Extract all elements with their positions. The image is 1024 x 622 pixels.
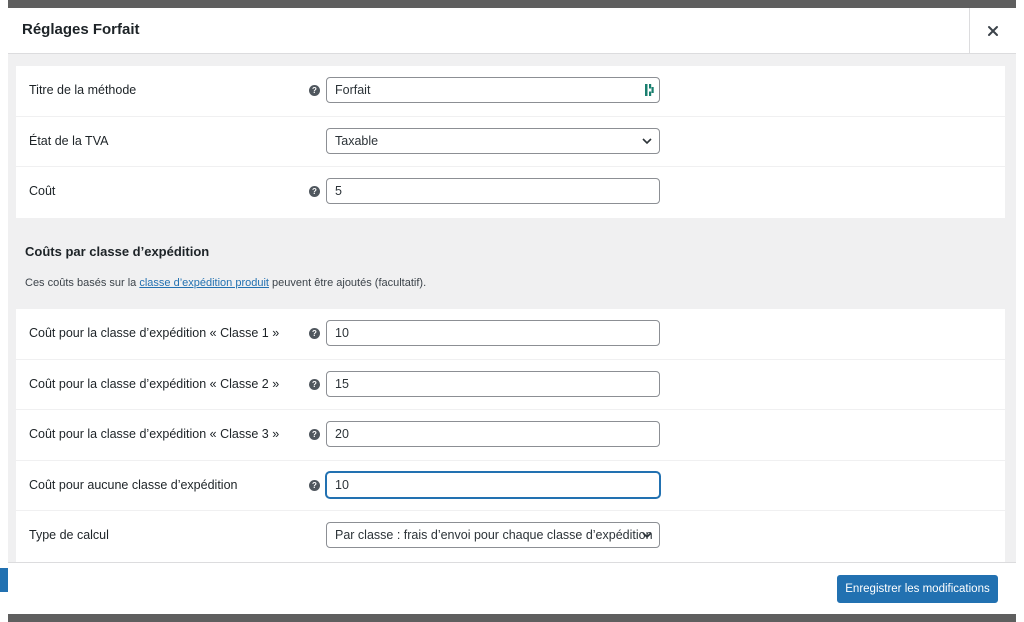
tax-status-value: Taxable — [335, 133, 379, 148]
method-settings-panel: Titre de la méthode ? Forfait État de la… — [16, 66, 1005, 218]
setting-row-calculation-type: Type de calcul Par classe : frais d’envo… — [16, 511, 1005, 562]
setting-row-class-3: Coût pour la classe d’expédition « Class… — [16, 410, 1005, 461]
chevron-down-icon — [642, 138, 652, 144]
help-icon[interactable]: ? — [309, 479, 320, 491]
class-2-cost-value: 15 — [335, 376, 349, 391]
calculation-type-select[interactable]: Par classe : frais d’envoi pour chaque c… — [326, 522, 660, 549]
help-icon[interactable]: ? — [309, 328, 320, 339]
method-title-value: Forfait — [335, 83, 371, 97]
shipping-class-link[interactable]: classe d’expédition produit — [139, 277, 269, 289]
class-1-cost-value: 10 — [335, 326, 349, 340]
calculation-type-label: Type de calcul — [29, 528, 109, 543]
password-manager-icon[interactable] — [645, 83, 655, 97]
shipping-class-section-description: Ces coûts basés sur la classe d’expéditi… — [25, 277, 426, 289]
setting-row-class-2: Coût pour la classe d’expédition « Class… — [16, 360, 1005, 411]
class-3-cost-label: Coût pour la classe d’expédition « Class… — [29, 427, 280, 442]
save-changes-button[interactable]: Enregistrer les modifications — [837, 575, 998, 603]
cost-value: 5 — [335, 184, 342, 199]
no-class-cost-label: Coût pour aucune classe d’expédition — [29, 477, 238, 492]
modal-header: Réglages Forfait — [8, 8, 1016, 54]
help-icon[interactable]: ? — [309, 85, 320, 96]
tax-status-select[interactable]: Taxable — [326, 127, 660, 154]
close-button[interactable] — [969, 8, 1016, 53]
close-icon — [988, 25, 998, 36]
class-1-cost-label: Coût pour la classe d’expédition « Class… — [29, 326, 280, 340]
cost-label: Coût — [29, 184, 56, 199]
class-2-cost-input[interactable]: 15 — [326, 370, 660, 397]
description-text: Ces coûts basés sur la — [25, 277, 140, 289]
class-3-cost-input[interactable]: 20 — [326, 421, 660, 448]
class-2-cost-label: Coût pour la classe d’expédition « Class… — [29, 376, 280, 391]
cost-input[interactable]: 5 — [326, 178, 660, 205]
background-page-left — [0, 0, 8, 622]
setting-row-tax-status: État de la TVA Taxable — [16, 117, 1005, 168]
modal-footer: Enregistrer les modifications — [8, 562, 1016, 614]
method-title-label: Titre de la méthode — [29, 83, 137, 97]
shipping-class-section-title: Coûts par classe d’expédition — [25, 244, 210, 259]
help-icon[interactable]: ? — [309, 378, 320, 390]
calculation-type-value: Par classe : frais d’envoi pour chaque c… — [335, 528, 653, 543]
chevron-down-icon — [642, 532, 652, 539]
background-page-right — [1016, 0, 1024, 622]
class-3-cost-value: 20 — [335, 427, 349, 442]
shipping-method-modal: Réglages Forfait Titre de la méthode ? F… — [8, 8, 1016, 614]
modal-title: Réglages Forfait — [22, 21, 140, 38]
class-costs-panel: Coût pour la classe d’expédition « Class… — [16, 309, 1005, 562]
no-class-cost-value: 10 — [335, 477, 349, 492]
tax-status-label: État de la TVA — [29, 133, 109, 148]
method-title-input[interactable]: Forfait — [326, 77, 660, 103]
setting-row-method-title: Titre de la méthode ? Forfait — [16, 66, 1005, 117]
help-icon[interactable]: ? — [309, 429, 320, 441]
modal-body: Titre de la méthode ? Forfait État de la… — [16, 66, 1005, 562]
setting-row-no-class: Coût pour aucune classe d’expédition ? 1… — [16, 461, 1005, 512]
description-text-end: peuvent être ajoutés (facultatif). — [268, 277, 427, 289]
help-icon[interactable]: ? — [309, 186, 320, 198]
setting-row-class-1: Coût pour la classe d’expédition « Class… — [16, 309, 1005, 360]
setting-row-cost: Coût ? 5 — [16, 167, 1005, 218]
class-1-cost-input[interactable]: 10 — [326, 320, 660, 346]
no-class-cost-input[interactable]: 10 — [326, 471, 660, 498]
background-page-blue-button — [0, 568, 8, 592]
